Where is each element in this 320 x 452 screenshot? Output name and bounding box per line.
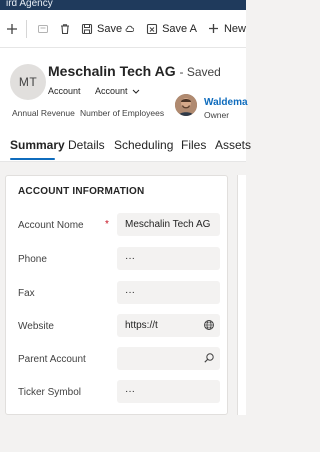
owner-name[interactable]: Waldema xyxy=(204,97,248,108)
record-name: Meschalin Tech AG xyxy=(48,63,176,79)
phone-value: ··· xyxy=(125,253,135,264)
website-input[interactable]: https://t xyxy=(117,314,220,337)
app-title: ird Agency xyxy=(6,0,53,9)
field-label-ticker-symbol: Ticker Symbol xyxy=(18,387,81,398)
tab-details[interactable]: Details xyxy=(68,138,105,152)
command-bar: Save Save A New xyxy=(0,10,246,48)
save-close-icon xyxy=(146,23,158,35)
save-button[interactable]: Save xyxy=(81,10,135,48)
ticker-symbol-input[interactable]: ··· xyxy=(117,380,220,403)
new-label: New xyxy=(223,22,246,35)
header-field-employees: Number of Employees xyxy=(80,108,165,118)
new-button[interactable]: New xyxy=(208,10,246,48)
section-title: ACCOUNT INFORMATION xyxy=(18,186,145,197)
entity-type: Account xyxy=(48,86,81,96)
form-icon xyxy=(37,23,49,35)
save-and-close-label: Save A xyxy=(162,22,197,35)
adjacent-section-edge xyxy=(237,175,246,415)
delete-button[interactable] xyxy=(59,10,71,48)
phone-input[interactable]: ··· xyxy=(117,247,220,270)
field-label-account-name: Account Nome xyxy=(18,220,84,231)
fax-input[interactable]: ··· xyxy=(117,281,220,304)
tab-summary[interactable]: Summary xyxy=(10,138,65,152)
header-field-annual-revenue: Annual Revenue xyxy=(12,108,75,118)
form-selector-label: Account xyxy=(95,86,128,96)
form-selector[interactable]: Account xyxy=(95,86,140,96)
search-icon[interactable] xyxy=(203,352,215,367)
save-label: Save xyxy=(97,22,123,35)
field-label-phone: Phone xyxy=(18,254,47,265)
plus-icon xyxy=(6,23,18,35)
field-label-fax: Fax xyxy=(18,288,35,299)
field-label-parent-account: Parent Account xyxy=(18,354,86,365)
plus-icon xyxy=(208,23,219,34)
account-information-section: ACCOUNT INFORMATION Account Nome * Mesch… xyxy=(5,175,228,415)
tab-scheduling[interactable]: Scheduling xyxy=(114,138,173,152)
required-indicator: * xyxy=(105,219,109,230)
parent-account-lookup[interactable] xyxy=(117,347,220,370)
tab-files[interactable]: Files xyxy=(181,138,206,152)
record-avatar: MT xyxy=(10,64,46,100)
ticker-symbol-value: ··· xyxy=(125,386,135,397)
account-name-input[interactable]: Meschalin Tech AG xyxy=(117,213,220,236)
record-title: Meschalin Tech AG - Saved xyxy=(48,63,221,79)
website-value: https://t xyxy=(125,320,158,331)
field-label-website: Website xyxy=(18,321,54,332)
app-title-bar: ird Agency xyxy=(0,0,246,10)
save-status: - Saved xyxy=(179,65,221,79)
owner-label: Owner xyxy=(204,110,230,120)
account-name-value: Meschalin Tech AG xyxy=(125,219,211,230)
tab-bar: Summary Details Scheduling Files Assets xyxy=(0,132,251,162)
active-tab-indicator xyxy=(10,158,55,160)
save-and-close-button[interactable]: Save A xyxy=(146,10,197,48)
globe-icon[interactable] xyxy=(203,319,215,334)
fax-value: ··· xyxy=(125,287,135,298)
tab-assets[interactable]: Assets xyxy=(215,138,251,152)
record-header: MT Meschalin Tech AG - Saved Account Acc… xyxy=(0,48,248,132)
page-background xyxy=(0,428,246,452)
open-form-button[interactable] xyxy=(37,10,49,48)
save-icon xyxy=(81,23,93,35)
owner-avatar[interactable] xyxy=(175,94,197,116)
add-button[interactable] xyxy=(6,10,18,48)
chevron-down-icon xyxy=(132,86,140,96)
cloud-icon xyxy=(125,25,135,33)
trash-icon xyxy=(59,23,71,35)
toolbar-divider xyxy=(26,19,27,38)
